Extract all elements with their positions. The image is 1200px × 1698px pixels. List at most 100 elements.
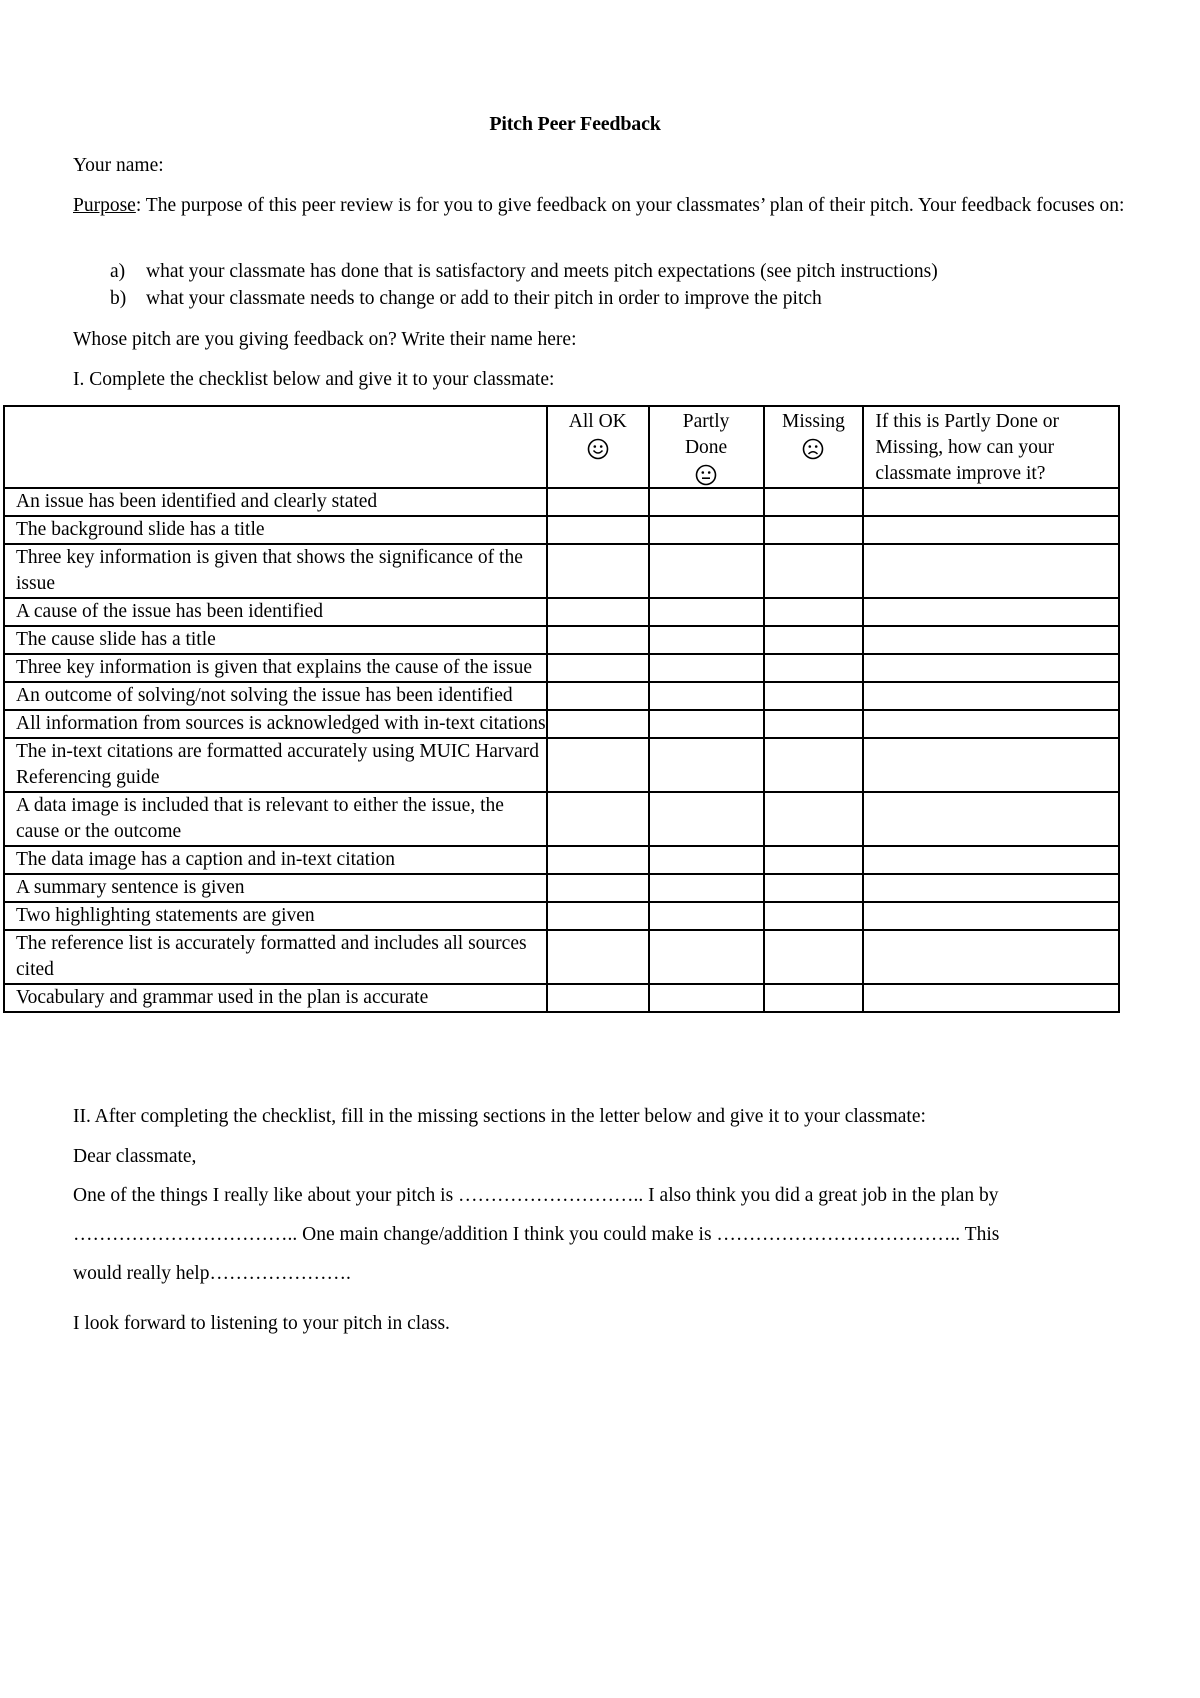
cell-missing[interactable] bbox=[762, 487, 865, 517]
cell-all-ok[interactable] bbox=[545, 737, 650, 793]
cell-missing[interactable] bbox=[762, 625, 865, 655]
header-partly-label-1: Partly bbox=[682, 411, 730, 432]
cell-improve[interactable] bbox=[862, 681, 1120, 711]
your-name-label: Your name: bbox=[73, 155, 164, 176]
checklist-row: All information from sources is acknowle… bbox=[3, 709, 1120, 739]
checklist-item-label: An issue has been identified and clearly… bbox=[3, 487, 548, 517]
cell-missing[interactable] bbox=[762, 543, 865, 599]
checklist-body: An issue has been identified and clearly… bbox=[3, 487, 1120, 1013]
cell-all-ok[interactable] bbox=[545, 873, 650, 903]
cell-improve[interactable] bbox=[862, 901, 1120, 931]
cell-partly-done[interactable] bbox=[647, 487, 765, 517]
cell-partly-done[interactable] bbox=[647, 929, 765, 985]
cell-improve[interactable] bbox=[862, 487, 1120, 517]
cell-missing[interactable] bbox=[762, 653, 865, 683]
cell-partly-done[interactable] bbox=[647, 983, 765, 1013]
cell-all-ok[interactable] bbox=[545, 983, 650, 1013]
cell-missing[interactable] bbox=[762, 515, 865, 545]
cell-partly-done[interactable] bbox=[647, 681, 765, 711]
checklist-row: A summary sentence is given bbox=[3, 873, 1120, 903]
cell-improve[interactable] bbox=[862, 791, 1120, 847]
cell-all-ok[interactable] bbox=[545, 681, 650, 711]
cell-missing[interactable] bbox=[762, 737, 865, 793]
checklist-row: The background slide has a title bbox=[3, 515, 1120, 545]
letter-line-3: would really help…………………. bbox=[73, 1263, 351, 1284]
checklist-row: The data image has a caption and in-text… bbox=[3, 845, 1120, 875]
focus-marker: b) bbox=[110, 288, 127, 309]
header-partly-label-2: Done bbox=[684, 437, 728, 458]
checklist-item-label: The in-text citations are formatted accu… bbox=[3, 737, 548, 793]
header-partly-done: Partly Done bbox=[647, 405, 765, 489]
cell-missing[interactable] bbox=[762, 983, 865, 1013]
cell-partly-done[interactable] bbox=[647, 709, 765, 739]
cell-partly-done[interactable] bbox=[647, 653, 765, 683]
header-all-ok: All OK bbox=[545, 405, 650, 489]
cell-missing[interactable] bbox=[762, 597, 865, 627]
cell-all-ok[interactable] bbox=[545, 901, 650, 931]
cell-missing[interactable] bbox=[762, 873, 865, 903]
cell-improve[interactable] bbox=[862, 983, 1120, 1013]
cell-improve[interactable] bbox=[862, 653, 1120, 683]
cell-missing[interactable] bbox=[762, 929, 865, 985]
checklist-row: The cause slide has a title bbox=[3, 625, 1120, 655]
cell-partly-done[interactable] bbox=[647, 873, 765, 903]
focus-item: a) what your classmate has done that is … bbox=[110, 258, 1110, 285]
cell-missing[interactable] bbox=[762, 901, 865, 931]
smiley-neutral-icon bbox=[695, 464, 717, 485]
checklist-row: A data image is included that is relevan… bbox=[3, 791, 1120, 847]
cell-all-ok[interactable] bbox=[545, 487, 650, 517]
cell-all-ok[interactable] bbox=[545, 543, 650, 599]
focus-list: a) what your classmate has done that is … bbox=[110, 258, 1110, 312]
cell-all-ok[interactable] bbox=[545, 791, 650, 847]
checklist-item-label: An outcome of solving/not solving the is… bbox=[3, 681, 548, 711]
focus-item: b) what your classmate needs to change o… bbox=[110, 285, 1110, 312]
cell-improve[interactable] bbox=[862, 845, 1120, 875]
checklist-item-label: A summary sentence is given bbox=[3, 873, 548, 903]
letter-closing: I look forward to listening to your pitc… bbox=[73, 1313, 450, 1334]
smiley-happy-icon bbox=[587, 438, 609, 459]
cell-all-ok[interactable] bbox=[545, 845, 650, 875]
checklist-item-label: The background slide has a title bbox=[3, 515, 548, 545]
cell-missing[interactable] bbox=[762, 709, 865, 739]
focus-marker: a) bbox=[110, 261, 126, 282]
cell-partly-done[interactable] bbox=[647, 543, 765, 599]
checklist-item-label: All information from sources is acknowle… bbox=[3, 709, 548, 739]
letter-salutation: Dear classmate, bbox=[73, 1146, 197, 1167]
cell-partly-done[interactable] bbox=[647, 515, 765, 545]
whose-pitch-label: Whose pitch are you giving feedback on? … bbox=[73, 329, 577, 350]
focus-text: what your classmate has done that is sat… bbox=[146, 261, 938, 282]
cell-partly-done[interactable] bbox=[647, 901, 765, 931]
cell-all-ok[interactable] bbox=[545, 515, 650, 545]
purpose-text: : The purpose of this peer review is for… bbox=[135, 195, 1125, 216]
checklist-table: All OK Partly Done Missing If this is Pa… bbox=[3, 405, 1120, 1013]
checklist-header-row: All OK Partly Done Missing If this is Pa… bbox=[3, 405, 1120, 489]
checklist-item-label: Two highlighting statements are given bbox=[3, 901, 548, 931]
cell-improve[interactable] bbox=[862, 597, 1120, 627]
cell-all-ok[interactable] bbox=[545, 709, 650, 739]
checklist-item-label: The reference list is accurately formatt… bbox=[3, 929, 548, 985]
smiley-sad-icon bbox=[803, 438, 824, 459]
section1-heading: I. Complete the checklist below and give… bbox=[73, 369, 555, 390]
cell-missing[interactable] bbox=[762, 791, 865, 847]
cell-all-ok[interactable] bbox=[545, 929, 650, 985]
cell-missing[interactable] bbox=[762, 845, 865, 875]
cell-all-ok[interactable] bbox=[545, 597, 650, 627]
cell-improve[interactable] bbox=[862, 737, 1120, 793]
checklist-row: The in-text citations are formatted accu… bbox=[3, 737, 1120, 793]
cell-partly-done[interactable] bbox=[647, 597, 765, 627]
cell-improve[interactable] bbox=[862, 709, 1120, 739]
checklist-item-label: The data image has a caption and in-text… bbox=[3, 845, 548, 875]
cell-improve[interactable] bbox=[862, 543, 1120, 599]
cell-missing[interactable] bbox=[762, 681, 865, 711]
cell-improve[interactable] bbox=[862, 929, 1120, 985]
cell-partly-done[interactable] bbox=[647, 845, 765, 875]
cell-partly-done[interactable] bbox=[647, 737, 765, 793]
cell-all-ok[interactable] bbox=[545, 653, 650, 683]
letter-line-1: One of the things I really like about yo… bbox=[73, 1185, 999, 1206]
cell-all-ok[interactable] bbox=[545, 625, 650, 655]
cell-improve[interactable] bbox=[862, 873, 1120, 903]
cell-improve[interactable] bbox=[862, 625, 1120, 655]
cell-partly-done[interactable] bbox=[647, 791, 765, 847]
cell-partly-done[interactable] bbox=[647, 625, 765, 655]
cell-improve[interactable] bbox=[862, 515, 1120, 545]
